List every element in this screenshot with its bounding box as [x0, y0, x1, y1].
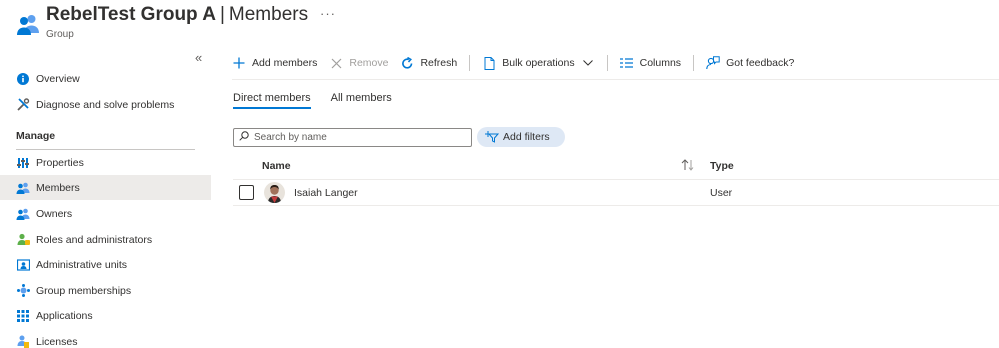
remove-label: Remove: [349, 57, 389, 69]
columns-label: Columns: [639, 57, 682, 69]
sidebar-item-label: Group memberships: [36, 284, 132, 297]
tab-direct-members[interactable]: Direct members: [233, 92, 311, 109]
member-name[interactable]: Isaiah Langer: [294, 187, 358, 199]
add-members-label: Add members: [252, 57, 318, 69]
columns-button[interactable]: Columns: [620, 53, 681, 73]
sidebar-item-roles[interactable]: Roles and administrators: [0, 227, 211, 252]
bulk-operations-label: Bulk operations: [502, 57, 575, 69]
chevron-down-icon: [581, 56, 595, 70]
section-label-manage: Manage: [16, 130, 56, 142]
remove-button[interactable]: Remove: [329, 53, 388, 73]
feedback-icon: [706, 56, 720, 70]
sidebar-item-owners[interactable]: Owners: [0, 201, 211, 226]
add-filters-label: Add filters: [503, 131, 550, 143]
sidebar-item-applications[interactable]: Applications: [0, 303, 211, 328]
sort-icon[interactable]: [681, 159, 695, 174]
sidebar-item-label: Properties: [36, 156, 84, 169]
plus-icon: [232, 56, 246, 70]
owners-icon: [16, 207, 30, 221]
add-filters-button[interactable]: Add filters: [477, 127, 565, 147]
member-tabs: Direct members All members: [233, 92, 412, 109]
page-title: RebelTest Group A | Members: [46, 4, 308, 26]
page-subtitle: Group: [46, 29, 74, 40]
sidebar-item-properties[interactable]: Properties: [0, 150, 211, 175]
sidebar-item-diagnose[interactable]: Diagnose and solve problems: [0, 92, 211, 117]
avatar: [264, 182, 285, 203]
sidebar-item-admin-units[interactable]: Administrative units: [0, 252, 211, 277]
more-options-button[interactable]: ···: [320, 6, 336, 21]
group-name: RebelTest Group A: [46, 4, 216, 25]
page-name: Members: [228, 4, 309, 25]
admin-units-icon: [16, 258, 30, 272]
columns-icon: [620, 56, 634, 70]
feedback-button[interactable]: Got feedback?: [706, 53, 794, 73]
info-icon: [16, 72, 30, 86]
toolbar-divider-line: [232, 79, 999, 80]
sidebar-item-licenses[interactable]: Licenses: [0, 329, 211, 348]
roles-icon: [16, 233, 30, 247]
sidebar-item-label: Applications: [36, 309, 93, 322]
row-checkbox[interactable]: [239, 185, 254, 200]
sidebar-item-label: Administrative units: [36, 258, 128, 271]
toolbar-divider: [606, 55, 608, 71]
sidebar-item-members[interactable]: Members: [0, 175, 211, 200]
group-icon: [16, 12, 40, 36]
refresh-label: Refresh: [420, 57, 458, 69]
add-members-button[interactable]: Add members: [232, 53, 317, 73]
tab-all-members[interactable]: All members: [331, 92, 392, 109]
collapse-sidebar-button[interactable]: «: [195, 50, 202, 65]
page-header: RebelTest Group A | Members Group ···: [14, 4, 614, 44]
sidebar: « Overview Diagnose and solve problems M…: [0, 48, 211, 348]
bulk-operations-button[interactable]: Bulk operations: [482, 53, 594, 73]
command-bar: Add members Remove Refresh Bulk operatio…: [232, 52, 806, 74]
table-row[interactable]: Isaiah Langer User: [233, 181, 999, 205]
sidebar-item-label: Roles and administrators: [36, 233, 153, 246]
refresh-icon: [400, 56, 414, 70]
licenses-icon: [16, 335, 30, 348]
search-input[interactable]: [254, 132, 464, 143]
sidebar-item-label: Licenses: [36, 335, 78, 348]
feedback-label: Got feedback?: [726, 57, 795, 69]
search-box[interactable]: [233, 128, 472, 147]
table-header-divider: [233, 179, 999, 180]
document-icon: [482, 56, 496, 70]
sidebar-item-label: Overview: [36, 72, 80, 85]
table-row-divider: [233, 205, 999, 206]
column-header-type[interactable]: Type: [710, 160, 734, 172]
sidebar-item-overview[interactable]: Overview: [0, 66, 211, 91]
sidebar-item-label: Owners: [36, 207, 73, 220]
sidebar-item-label: Members: [36, 181, 80, 194]
add-filter-icon: [485, 131, 499, 143]
members-icon: [16, 181, 30, 195]
applications-icon: [16, 309, 30, 323]
search-icon: [239, 131, 249, 144]
sidebar-item-group-memberships[interactable]: Group memberships: [0, 278, 211, 303]
column-header-name[interactable]: Name: [262, 160, 291, 172]
wrench-icon: [16, 98, 30, 112]
toolbar-divider: [469, 55, 471, 71]
member-type: User: [710, 187, 733, 199]
refresh-button[interactable]: Refresh: [400, 53, 457, 73]
close-icon: [329, 56, 343, 70]
sidebar-item-label: Diagnose and solve problems: [36, 98, 175, 111]
title-separator: |: [219, 4, 225, 25]
properties-icon: [16, 156, 30, 170]
group-memberships-icon: [16, 284, 30, 298]
toolbar-divider: [693, 55, 695, 71]
